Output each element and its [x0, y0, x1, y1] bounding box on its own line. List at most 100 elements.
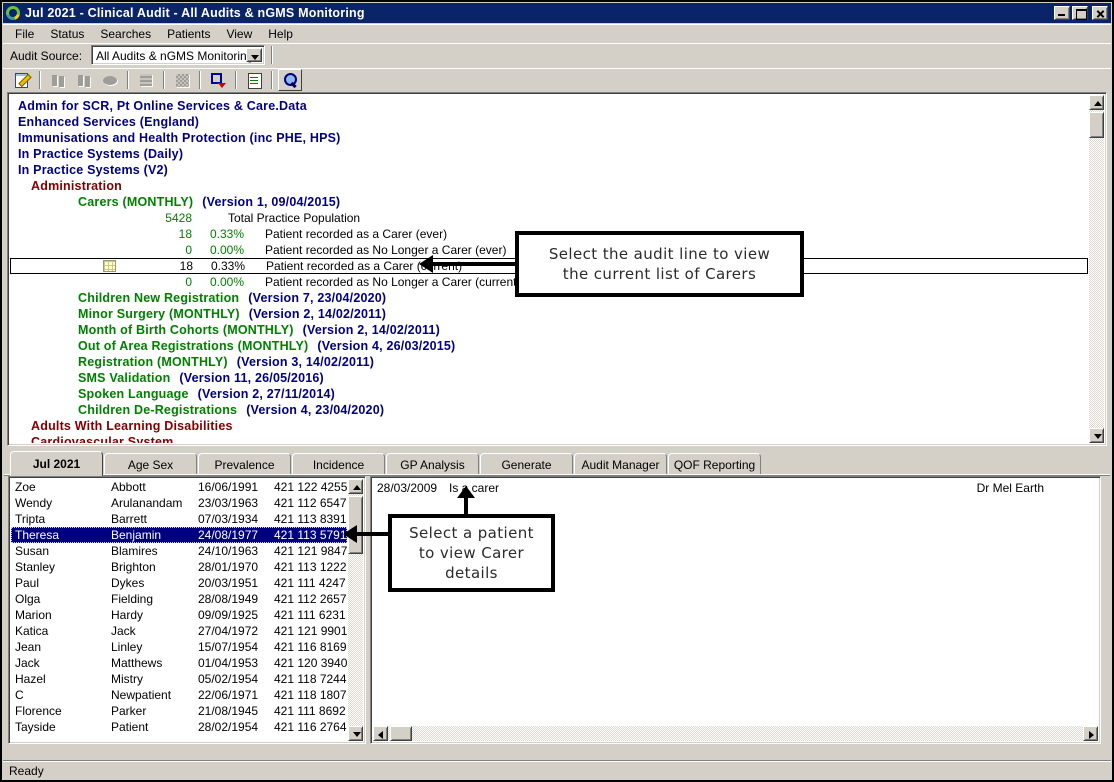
patient-first-name: Tayside — [15, 720, 109, 734]
patient-number: 421 112 2657 — [274, 592, 346, 606]
patient-row[interactable]: TaysidePatient28/02/1954421 116 2764 — [11, 719, 347, 735]
patient-row[interactable]: CNewpatient22/06/1971421 118 1807 — [11, 687, 347, 703]
stat-description: Patient recorded as No Longer a Carer (c… — [265, 275, 520, 289]
patient-row[interactable]: TriptaBarrett07/03/1934421 113 8391 — [11, 511, 347, 527]
audit-source-dropdown[interactable]: All Audits & nGMS Monitoring — [91, 45, 265, 65]
tab-qof-reporting[interactable]: QOF Reporting — [668, 453, 761, 475]
audit-row[interactable]: Month of Birth Cohorts (MONTHLY)(Version… — [10, 322, 1088, 338]
record-hscrollbar[interactable] — [373, 726, 1098, 741]
patient-number: 421 122 4255 — [274, 480, 346, 494]
category-label: In Practice Systems (Daily) — [18, 147, 183, 161]
patient-dob: 28/01/1970 — [198, 560, 274, 574]
patient-dob: 09/09/1925 — [198, 608, 274, 622]
menu-item-status[interactable]: Status — [42, 25, 92, 43]
patient-number: 421 116 8169 — [274, 640, 346, 654]
tab-generate[interactable]: Generate — [480, 453, 573, 475]
menu-item-patients[interactable]: Patients — [159, 25, 218, 43]
report-icon[interactable] — [242, 69, 266, 91]
tab-gp-analysis[interactable]: GP Analysis — [386, 453, 479, 475]
grid-matrix-icon — [170, 69, 194, 91]
audit-row[interactable]: Minor Surgery (MONTHLY)(Version 2, 14/02… — [10, 306, 1088, 322]
audit-row[interactable]: Adults With Learning Disabilities — [10, 418, 1088, 434]
audit-scrollbar[interactable] — [1089, 95, 1104, 443]
menu-item-file[interactable]: File — [7, 25, 42, 43]
patient-last-name: Abbott — [111, 480, 199, 494]
menu-item-help[interactable]: Help — [260, 25, 301, 43]
audit-row[interactable]: Enhanced Services (England) — [10, 114, 1088, 130]
scroll-right-icon[interactable] — [1083, 726, 1098, 741]
close-button[interactable] — [1092, 6, 1108, 20]
patient-scrollbar[interactable] — [348, 479, 363, 741]
patient-first-name: Stanley — [15, 560, 109, 574]
patient-dob: 15/07/1954 — [198, 640, 274, 654]
menu-item-view[interactable]: View — [218, 25, 260, 43]
patient-row[interactable]: ZoeAbbott16/06/1991421 122 4255 — [11, 479, 347, 495]
scroll-down-icon[interactable] — [1089, 428, 1104, 443]
scroll-up-icon[interactable] — [348, 479, 363, 494]
menu-item-searches[interactable]: Searches — [92, 25, 159, 43]
patient-last-name: Brighton — [111, 560, 199, 574]
audit-row[interactable]: Registration (MONTHLY)(Version 3, 14/02/… — [10, 354, 1088, 370]
scrollbar-thumb[interactable] — [390, 726, 412, 741]
chevron-down-icon[interactable] — [246, 48, 262, 62]
audit-row[interactable]: Carers (MONTHLY) (Version 1, 09/04/2015) — [10, 194, 1088, 210]
patient-row[interactable]: JackMatthews01/04/1953421 120 3940 — [11, 655, 347, 671]
audit-name: Carers (MONTHLY) — [78, 195, 193, 209]
audit-row[interactable]: Children De-Registrations(Version 4, 23/… — [10, 402, 1088, 418]
edit-audit-icon[interactable] — [10, 69, 34, 91]
scroll-up-icon[interactable] — [1089, 95, 1104, 110]
audit-row[interactable]: In Practice Systems (Daily) — [10, 146, 1088, 162]
tab-incidence[interactable]: Incidence — [292, 453, 385, 475]
patient-row[interactable]: KaticaJack27/04/1972421 121 9901 — [11, 623, 347, 639]
patient-callout-up-arrowhead — [457, 486, 475, 498]
patient-last-name: Patient — [111, 720, 199, 734]
scroll-down-icon[interactable] — [348, 726, 363, 741]
tab-audit-manager[interactable]: Audit Manager — [574, 453, 667, 475]
minimize-button[interactable] — [1054, 6, 1070, 20]
audit-row[interactable]: SMS Validation(Version 11, 26/05/2016) — [10, 370, 1088, 386]
patient-dob: 28/02/1954 — [198, 720, 274, 734]
carer-record-row[interactable]: 28/03/2009 Is a carer Dr Mel Earth — [373, 479, 1098, 495]
audit-row[interactable]: Admin for SCR, Pt Online Services & Care… — [10, 98, 1088, 114]
find-patient-icon[interactable] — [278, 69, 302, 91]
audit-row[interactable]: In Practice Systems (V2) — [10, 162, 1088, 178]
audit-row[interactable]: 5428Total Practice Population — [10, 210, 1088, 226]
patient-row[interactable]: HazelMistry05/02/1954421 118 7244 — [11, 671, 347, 687]
ellipse-icon — [102, 72, 118, 88]
patient-number: 421 118 7244 — [274, 672, 346, 686]
record-doctor: Dr Mel Earth — [977, 481, 1044, 495]
audit-version: (Version 11, 26/05/2016) — [179, 371, 323, 385]
window-title: Jul 2021 - Clinical Audit - All Audits &… — [25, 6, 1054, 20]
patient-row[interactable]: JeanLinley15/07/1954421 116 8169 — [11, 639, 347, 655]
patient-dob: 20/03/1951 — [198, 576, 274, 590]
patient-callout-line2: to view Carer — [419, 543, 524, 563]
tab-prevalence[interactable]: Prevalence — [198, 453, 291, 475]
tab-jul-2021[interactable]: Jul 2021 — [10, 451, 103, 476]
patient-row[interactable]: StanleyBrighton28/01/1970421 113 1222 — [11, 559, 347, 575]
maximize-button[interactable] — [1072, 6, 1088, 20]
patient-row-selected[interactable]: TheresaBenjamin24/08/1977421 113 5791 — [11, 527, 347, 543]
audit-row[interactable]: Out of Area Registrations (MONTHLY)(Vers… — [10, 338, 1088, 354]
patient-last-name: Benjamin — [111, 528, 199, 542]
audit-row[interactable]: Administration — [10, 178, 1088, 194]
patient-row[interactable]: MarionHardy09/09/1925421 111 6231 — [11, 607, 347, 623]
audit-row[interactable]: Cardiovascular System — [10, 434, 1088, 443]
patient-last-name: Jack — [111, 624, 199, 638]
audit-version: (Version 1, 09/04/2015) — [202, 195, 340, 209]
patient-row[interactable]: WendyArulanandam23/03/1963421 112 6547 — [11, 495, 347, 511]
audit-line-grid-icon — [103, 260, 116, 272]
audit-row[interactable]: Immunisations and Health Protection (inc… — [10, 130, 1088, 146]
patient-row[interactable]: SusanBlamires24/10/1963421 121 9847 — [11, 543, 347, 559]
scroll-left-icon[interactable] — [373, 726, 388, 741]
patient-list-panel: ZoeAbbott16/06/1991421 122 4255WendyArul… — [8, 476, 366, 744]
toolbar-separator — [271, 71, 273, 89]
patient-row[interactable]: FlorenceParker21/08/1945421 111 8692 — [11, 703, 347, 719]
toolbar — [3, 68, 1111, 92]
tab-age-sex[interactable]: Age Sex — [104, 453, 197, 475]
audit-row[interactable]: Spoken Language(Version 2, 27/11/2014) — [10, 386, 1088, 402]
scrollbar-thumb[interactable] — [1089, 112, 1104, 138]
patient-row[interactable]: PaulDykes20/03/1951421 111 4247 — [11, 575, 347, 591]
compare-arrows-icon[interactable] — [206, 69, 230, 91]
patient-last-name: Dykes — [111, 576, 199, 590]
patient-row[interactable]: OlgaFielding28/08/1949421 112 2657 — [11, 591, 347, 607]
